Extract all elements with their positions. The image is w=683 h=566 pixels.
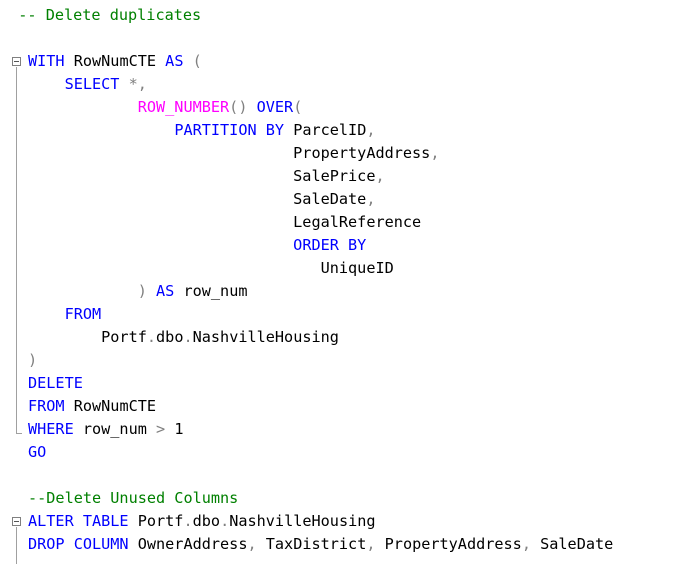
code-token: ,	[521, 535, 531, 553]
code-token: .	[220, 512, 230, 530]
code-token: dbo	[192, 512, 221, 530]
code-token: -- Delete duplicates	[0, 6, 202, 24]
code-token: dbo	[156, 328, 184, 346]
code-token: ParcelID	[284, 121, 367, 139]
code-token: FROM	[28, 397, 65, 415]
code-token: 1	[165, 420, 184, 438]
fold-guide-line	[16, 67, 17, 434]
code-token: SalePrice	[28, 167, 376, 185]
code-line[interactable]: SELECT *,	[28, 73, 147, 96]
code-line[interactable]: ALTER TABLE Portf.dbo.NashvilleHousing	[28, 510, 376, 533]
code-token: ORDER BY	[293, 236, 367, 254]
code-token: .	[146, 328, 157, 346]
code-line[interactable]: )	[28, 349, 37, 372]
fold-guide-line	[16, 527, 17, 564]
code-token: row_num	[73, 420, 157, 438]
code-token: ,	[430, 144, 440, 162]
code-line[interactable]: SalePrice,	[28, 165, 385, 188]
code-line[interactable]: UniqueID	[28, 257, 394, 280]
code-line[interactable]: WHERE row_num > 1	[28, 418, 183, 441]
code-token: TaxDistrict	[256, 535, 367, 553]
collapse-block-icon[interactable]	[12, 57, 21, 66]
code-token: PARTITION BY	[174, 121, 285, 139]
code-token: GO	[28, 443, 47, 461]
code-token: RowNumCTE	[64, 52, 166, 70]
code-token: ,	[366, 190, 376, 208]
code-token: WITH	[28, 52, 65, 70]
code-token: )	[137, 282, 157, 300]
code-token: AS	[165, 52, 184, 70]
code-token: ALTER TABLE	[28, 512, 129, 530]
code-token: ,	[375, 167, 385, 185]
code-token: OVER	[256, 98, 294, 116]
code-line[interactable]: ) AS row_num	[28, 280, 248, 303]
sql-code-editor[interactable]: -- Delete duplicates WITH RowNumCTE AS ( …	[0, 0, 683, 566]
code-token: ROW_NUMBER	[137, 98, 230, 116]
code-token: ,	[366, 535, 376, 553]
code-token: Portf	[128, 512, 184, 530]
code-line[interactable]: DROP COLUMN OwnerAddress, TaxDistrict, P…	[28, 533, 613, 556]
code-line[interactable]: DELETE	[28, 372, 83, 395]
code-token: SaleDate	[28, 190, 367, 208]
code-token: row_num	[174, 282, 248, 300]
code-token: Portf	[28, 328, 147, 346]
code-token: *,	[119, 75, 147, 93]
code-token: NashvilleHousing	[229, 512, 376, 530]
code-line[interactable]: WITH RowNumCTE AS (	[28, 50, 202, 73]
code-line[interactable]: ROW_NUMBER() OVER(	[28, 96, 303, 119]
collapse-block-icon[interactable]	[12, 517, 21, 526]
code-token: )	[28, 351, 38, 369]
code-token: FROM	[64, 305, 102, 323]
code-token: ,	[366, 121, 376, 139]
code-token: .	[183, 328, 193, 346]
code-token: SaleDate	[530, 535, 614, 553]
code-token: .	[183, 512, 193, 530]
code-line[interactable]: -- Delete duplicates	[0, 4, 201, 27]
code-line[interactable]: PropertyAddress,	[28, 142, 439, 165]
code-token: RowNumCTE	[64, 397, 157, 415]
code-token: SELECT	[64, 75, 120, 93]
code-token: >	[156, 420, 166, 438]
fold-guide-end	[16, 433, 22, 434]
code-token: (	[293, 98, 303, 116]
code-token: --Delete Unused Columns	[28, 489, 239, 507]
code-line[interactable]: SaleDate,	[28, 188, 375, 211]
code-token: (	[183, 52, 202, 70]
code-line[interactable]: --Delete Unused Columns	[28, 487, 238, 510]
code-line[interactable]: Portf.dbo.NashvilleHousing	[28, 326, 339, 349]
code-token: PropertyAddress	[28, 144, 431, 162]
code-token: WHERE	[28, 420, 74, 438]
code-token: UniqueID	[28, 259, 394, 277]
code-line[interactable]: LegalReference	[28, 211, 421, 234]
code-line[interactable]: FROM	[28, 303, 102, 326]
code-token: ,	[247, 535, 257, 553]
code-token: ()	[229, 98, 257, 116]
code-token: AS	[156, 282, 175, 300]
code-token: PropertyAddress	[375, 535, 522, 553]
code-token: DROP COLUMN	[28, 535, 129, 553]
code-token: DELETE	[28, 374, 83, 392]
code-line[interactable]: PARTITION BY ParcelID,	[28, 119, 376, 142]
code-token: LegalReference	[28, 213, 422, 231]
code-line[interactable]: FROM RowNumCTE	[28, 395, 156, 418]
code-line[interactable]: GO	[28, 441, 46, 464]
code-token: OwnerAddress	[128, 535, 248, 553]
code-line[interactable]: ORDER BY	[28, 234, 366, 257]
code-token: NashvilleHousing	[192, 328, 339, 346]
